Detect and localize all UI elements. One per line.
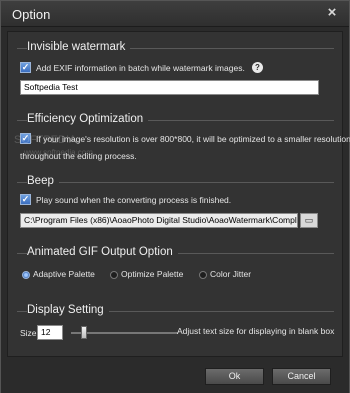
display-setting-group: Display Setting Size 12 Adjust text size… [17,302,334,344]
dialog-footer: Ok Cancel [1,359,349,393]
title-bar[interactable]: Option × [1,1,349,27]
dialog-title: Option [12,7,51,22]
group-title: Display Setting [27,304,109,316]
folder-icon[interactable]: ▭ [300,213,318,228]
radio-color-jitter[interactable] [199,271,207,279]
group-title: Efficiency Optimization [27,113,149,125]
exif-checkbox-label: Add EXIF information in batch while wate… [36,63,245,73]
size-slider-track[interactable] [71,332,178,334]
options-panel: Invisible watermark ✓ Add EXIF informati… [7,31,350,357]
beep-checkbox-label: Play sound when the converting process i… [36,195,232,205]
ok-button[interactable]: Ok [205,368,264,385]
radio-label-adaptive-palette: Adaptive Palette [33,269,95,279]
watermark-text-input[interactable]: Softpedia Test [20,80,319,95]
beep-checkbox[interactable]: ✓ [20,194,31,205]
softpedia-watermark: SOFTPEDIA [14,134,77,146]
gif-output-group: Animated GIF Output Option Adaptive Pale… [17,244,334,286]
exif-checkbox[interactable]: ✓ [20,62,31,73]
group-title: Invisible watermark [27,41,131,53]
sound-path-input[interactable]: C:\Program Files (x86)\AoaoPhoto Digital… [20,213,298,228]
group-divider [17,182,334,183]
size-label: Size [20,328,37,338]
size-input[interactable]: 12 [37,325,63,340]
beep-group: Beep ✓ Play sound when the converting pr… [17,173,334,233]
size-slider-handle[interactable] [81,326,87,339]
invisible-watermark-group: Invisible watermark ✓ Add EXIF informati… [17,39,334,99]
group-title: Animated GIF Output Option [27,246,178,258]
softpedia-watermark-url: www.softpedia.com [24,148,93,157]
help-icon[interactable]: ? [252,62,263,73]
radio-optimize-palette[interactable] [110,271,118,279]
group-title: Beep [27,175,59,187]
display-description: Adjust text size for displaying in blank… [177,326,335,336]
radio-label-optimize-palette: Optimize Palette [121,269,184,279]
close-icon[interactable]: × [323,4,341,22]
option-dialog: Option × Invisible watermark ✓ Add EXIF … [0,0,350,393]
cancel-button[interactable]: Cancel [272,368,331,385]
radio-adaptive-palette[interactable] [22,271,30,279]
radio-label-color-jitter: Color Jitter [210,269,252,279]
efficiency-line-1: If your image's resolution is over 800*8… [36,134,350,144]
